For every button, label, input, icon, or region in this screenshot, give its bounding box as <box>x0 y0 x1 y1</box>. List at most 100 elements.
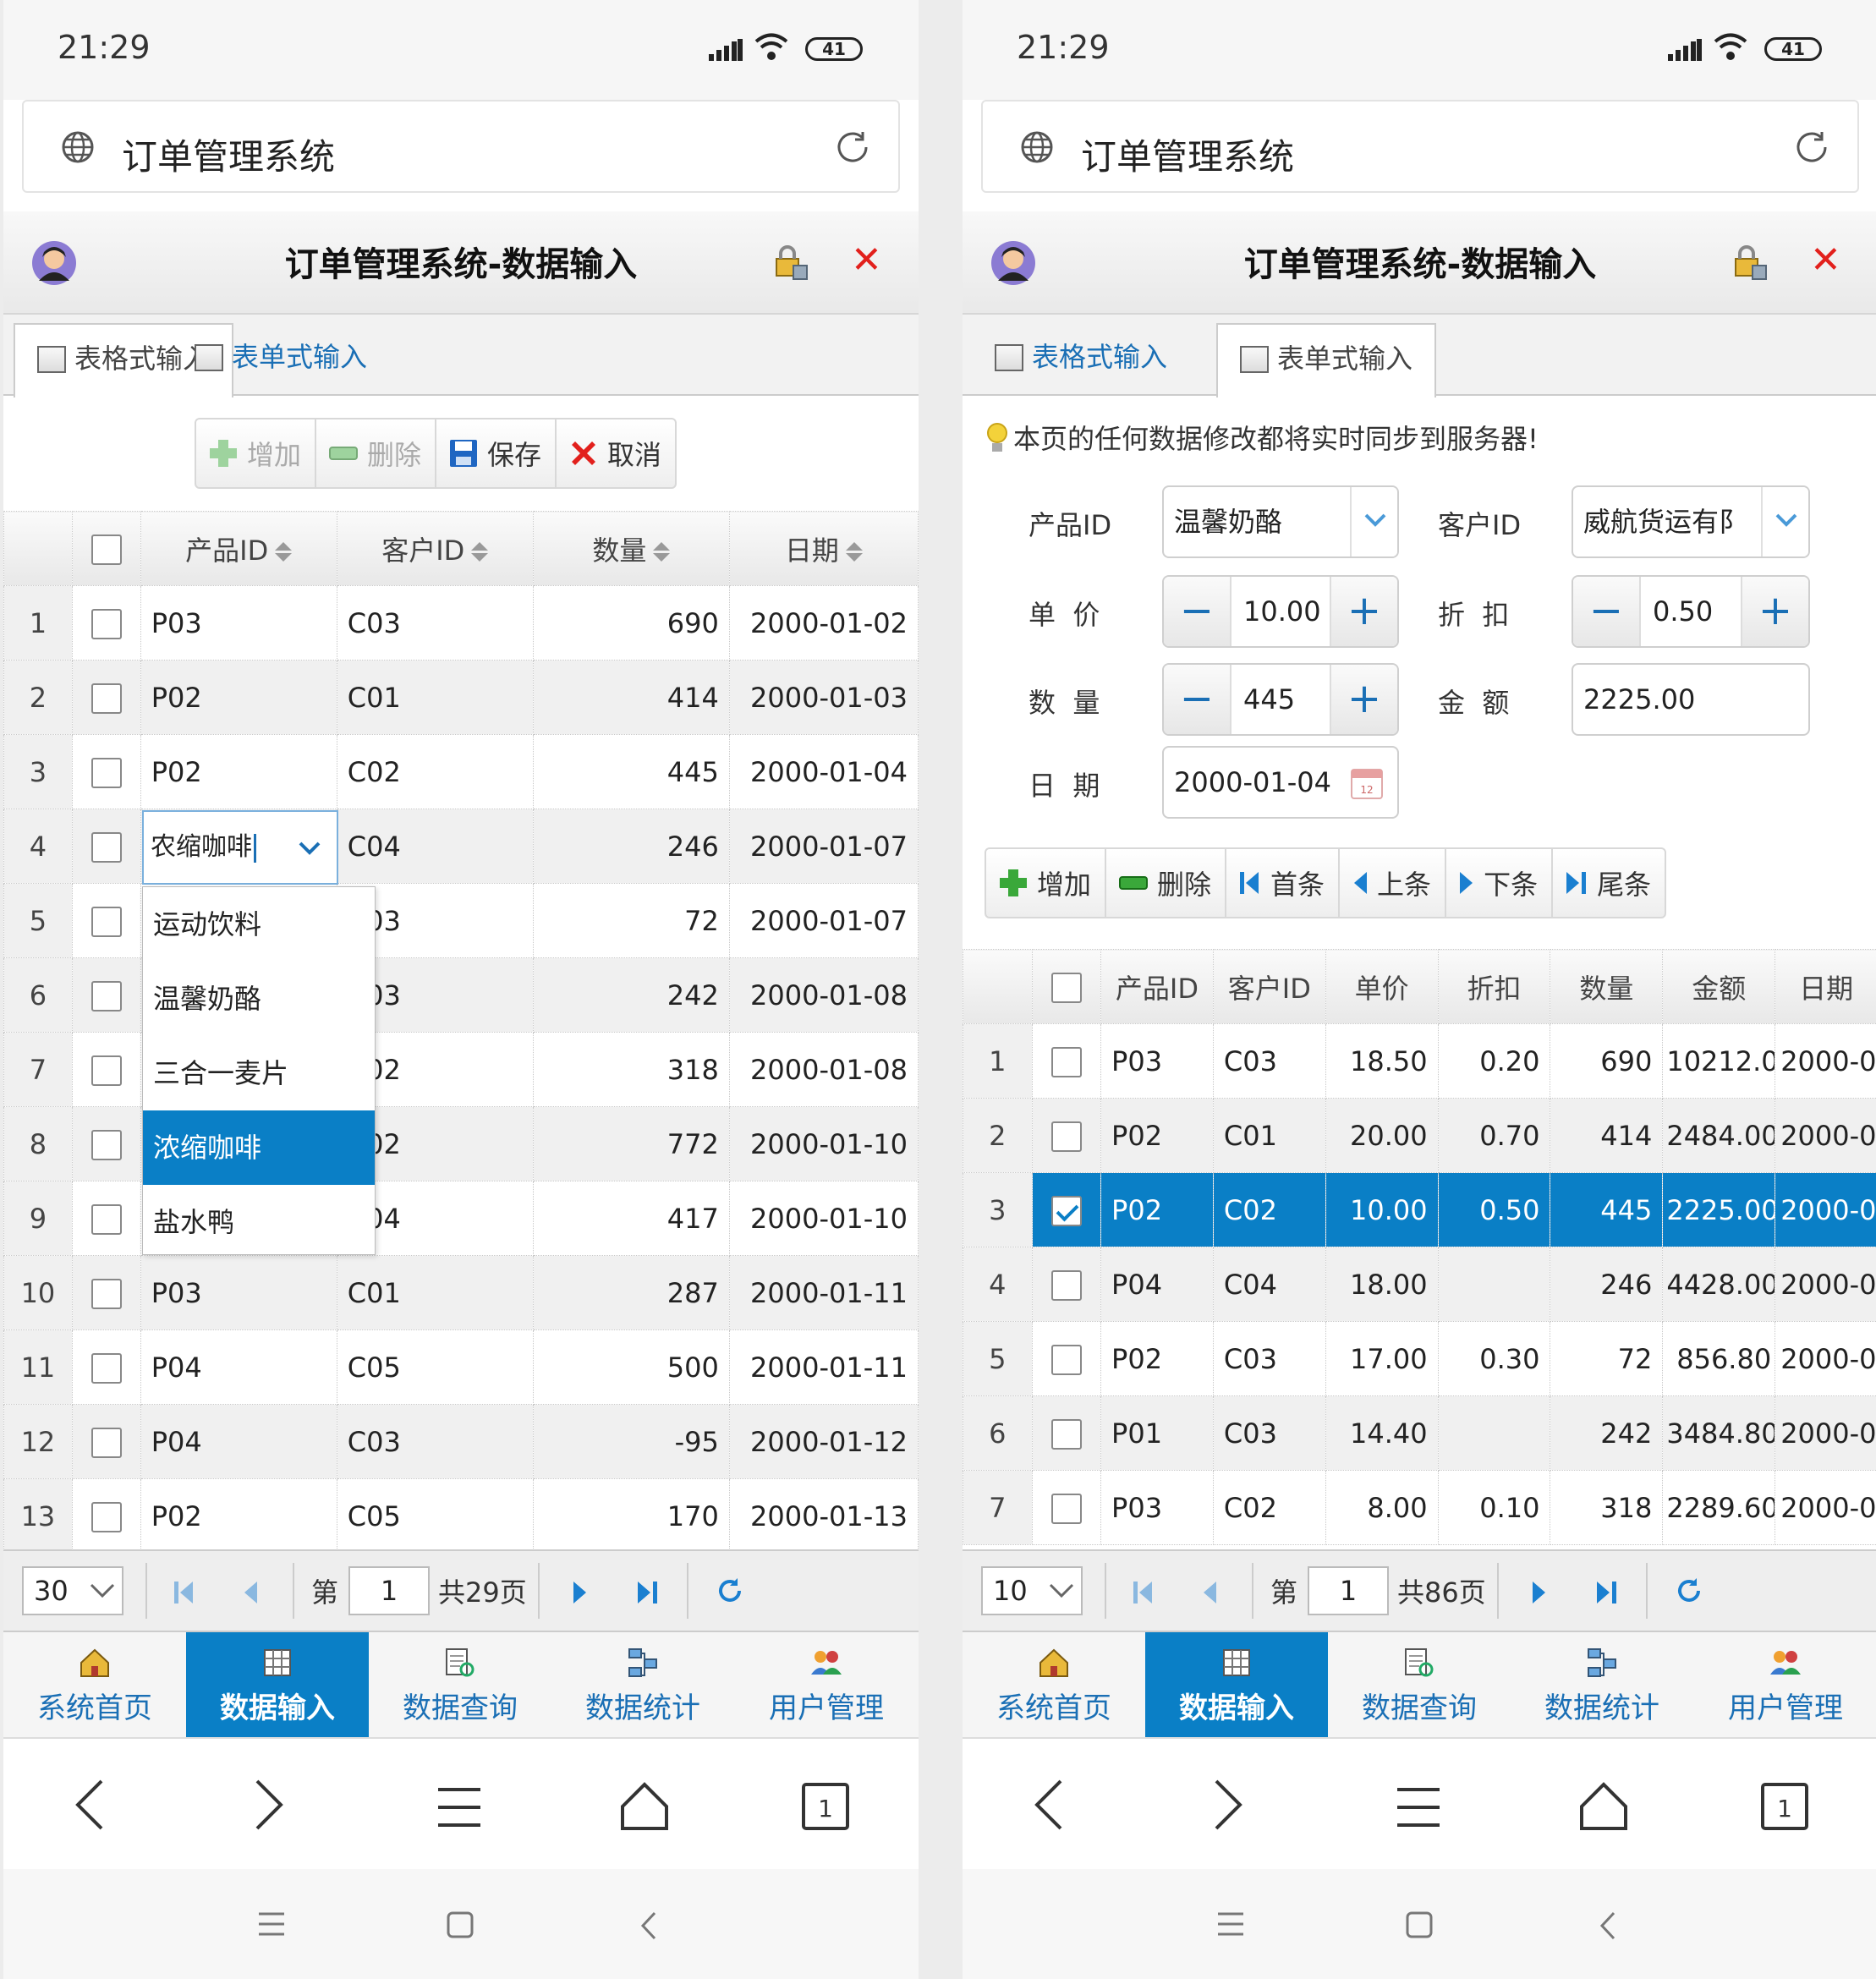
checkbox[interactable] <box>1050 1047 1082 1077</box>
page-number-input[interactable]: 1 <box>348 1566 430 1615</box>
cell-quantity[interactable]: 246 <box>532 809 730 884</box>
reload-icon[interactable] <box>1791 127 1832 167</box>
dropdown-button[interactable] <box>1350 487 1397 556</box>
cell-date[interactable]: 2000-01 <box>1775 1395 1876 1471</box>
cell-quantity[interactable]: 72 <box>1550 1321 1664 1396</box>
home-icon[interactable] <box>1578 1781 1629 1832</box>
calendar-icon[interactable]: 12 <box>1350 765 1384 800</box>
column-header-customer-id[interactable]: 客户ID <box>336 511 534 586</box>
menu-icon[interactable] <box>436 1786 482 1828</box>
checkbox[interactable] <box>1050 1270 1082 1301</box>
cell-discount[interactable]: 0.50 <box>1437 1172 1551 1247</box>
cell-date[interactable]: 2000-01-03 <box>728 660 919 735</box>
cell-product-id[interactable]: P04 <box>140 1329 337 1405</box>
row-checkbox[interactable] <box>1031 1023 1102 1099</box>
cell-date[interactable]: 2000-01-02 <box>728 585 919 661</box>
cell-product-id[interactable]: P02 <box>1100 1098 1214 1173</box>
table-row[interactable]: 6 P01C0314.40 2423484.802000-01 <box>963 1395 1876 1471</box>
cancel-button[interactable]: 取消 <box>557 419 675 487</box>
cell-customer-id[interactable]: C02 <box>1212 1470 1326 1545</box>
row-checkbox[interactable] <box>1031 1247 1102 1322</box>
checkbox[interactable] <box>1050 1121 1082 1152</box>
checkbox[interactable] <box>91 1130 122 1160</box>
cell-date[interactable]: 2000-01-10 <box>728 1106 919 1181</box>
cell-amount[interactable]: 2289.60 <box>1662 1470 1776 1545</box>
tabs-count-icon[interactable]: 1 <box>1761 1783 1808 1830</box>
cell-date[interactable]: 2000-01-07 <box>728 883 919 958</box>
checkbox[interactable] <box>1050 1196 1082 1226</box>
column-header-quantity[interactable]: 数量 <box>1550 949 1664 1024</box>
table-row[interactable]: 2 P02C0120.000.704142484.002000-01 <box>963 1098 1876 1173</box>
row-checkbox[interactable] <box>71 1404 141 1479</box>
page-size-select[interactable]: 30 <box>22 1566 123 1615</box>
checkbox[interactable] <box>91 1204 122 1235</box>
cell-date[interactable]: 2000-01-08 <box>728 957 919 1033</box>
row-checkbox[interactable] <box>71 809 141 884</box>
column-header-date[interactable]: 日期 <box>728 511 919 586</box>
cell-customer-id[interactable]: C02 <box>336 734 534 809</box>
cell-quantity[interactable]: 318 <box>1550 1470 1664 1545</box>
customer-id-combobox[interactable]: 威航货运有阝 <box>1572 485 1810 558</box>
unit-price-value[interactable]: 10.00 <box>1243 577 1321 646</box>
cell-date[interactable]: 2000-01-11 <box>728 1255 919 1330</box>
select-all-checkbox[interactable] <box>71 511 141 586</box>
next-page-icon[interactable] <box>572 1580 589 1605</box>
table-row[interactable]: 12 P04 C03 -95 2000-01-12 <box>3 1404 919 1479</box>
checkbox[interactable] <box>91 1279 122 1309</box>
last-page-icon[interactable] <box>1595 1580 1619 1605</box>
add-button[interactable]: 增加 <box>986 849 1107 917</box>
add-button[interactable]: 增加 <box>196 419 317 487</box>
table-row[interactable]: 7C023182000-01-08 <box>3 1032 919 1107</box>
delete-button[interactable]: 删除 <box>316 419 437 487</box>
tab-form-input[interactable]: 表单式输入 <box>173 323 389 396</box>
cell-product-id[interactable]: P03 <box>1100 1023 1214 1099</box>
cell-amount[interactable]: 2484.00 <box>1662 1098 1776 1173</box>
recents-icon[interactable] <box>257 1911 286 1937</box>
cell-amount[interactable]: 2225.00 <box>1662 1172 1776 1247</box>
checkbox[interactable] <box>1050 1494 1082 1524</box>
cell-unit-price[interactable]: 14.40 <box>1325 1395 1439 1471</box>
nav-data-input[interactable]: 数据输入 <box>186 1632 369 1737</box>
cell-quantity[interactable]: 287 <box>532 1255 730 1330</box>
cell-date[interactable]: 2000-01 <box>1775 1321 1876 1396</box>
cell-unit-price[interactable]: 10.00 <box>1325 1172 1439 1247</box>
cell-discount[interactable] <box>1437 1247 1551 1322</box>
nav-home[interactable]: 系统首页 <box>3 1632 186 1737</box>
table-row[interactable]: 3 P02 C02 445 2000-01-04 <box>3 734 919 809</box>
column-header-discount[interactable]: 折扣 <box>1437 949 1551 1024</box>
row-checkbox[interactable] <box>71 660 141 735</box>
next-page-icon[interactable] <box>1531 1580 1548 1605</box>
cell-quantity[interactable]: 500 <box>532 1329 730 1405</box>
cell-date[interactable]: 2000-01 <box>1775 1172 1876 1247</box>
column-header-unit-price[interactable]: 单价 <box>1325 949 1439 1024</box>
cell-customer-id[interactable]: C03 <box>1212 1321 1326 1396</box>
next-record-button[interactable]: 下条 <box>1446 849 1554 917</box>
cell-product-id[interactable]: P04 <box>1100 1247 1214 1322</box>
row-checkbox[interactable] <box>1031 1395 1102 1471</box>
checkbox[interactable] <box>91 832 122 863</box>
cell-unit-price[interactable]: 20.00 <box>1325 1098 1439 1173</box>
checkbox[interactable] <box>91 609 122 639</box>
row-checkbox[interactable] <box>71 734 141 809</box>
cell-customer-id[interactable]: C03 <box>1212 1023 1326 1099</box>
cell-quantity[interactable]: -95 <box>532 1404 730 1479</box>
row-checkbox[interactable] <box>1031 1321 1102 1396</box>
cell-customer-id[interactable]: C02 <box>1212 1172 1326 1247</box>
cell-quantity[interactable]: 242 <box>532 957 730 1033</box>
cell-customer-id[interactable]: C01 <box>336 660 534 735</box>
cell-product-id[interactable]: P01 <box>1100 1395 1214 1471</box>
forward-icon[interactable] <box>254 1779 284 1830</box>
home-icon[interactable] <box>619 1781 670 1832</box>
row-checkbox[interactable] <box>1031 1098 1102 1173</box>
cell-amount[interactable]: 4428.00 <box>1662 1247 1776 1322</box>
cell-unit-price[interactable]: 18.50 <box>1325 1023 1439 1099</box>
cell-amount[interactable]: 3484.80 <box>1662 1395 1776 1471</box>
cell-date[interactable]: 2000-01-11 <box>728 1329 919 1405</box>
tab-table-input[interactable]: 表格式输入 <box>973 323 1189 396</box>
decrement-button[interactable]: − <box>1573 577 1641 646</box>
system-back-icon[interactable] <box>639 1911 658 1940</box>
table-row[interactable]: 9C044172000-01-10 <box>3 1181 919 1256</box>
system-home-icon[interactable] <box>447 1911 474 1938</box>
cell-quantity[interactable]: 246 <box>1550 1247 1664 1322</box>
recents-icon[interactable] <box>1216 1911 1245 1937</box>
